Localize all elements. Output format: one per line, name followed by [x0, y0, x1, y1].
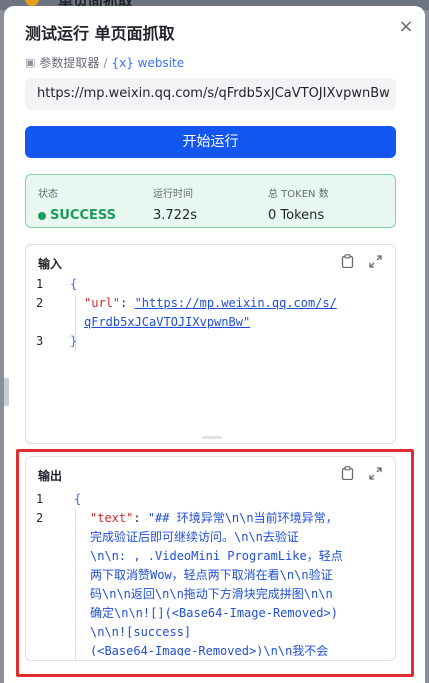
- status-value: SUCCESS: [38, 208, 116, 223]
- code-line: "url": "https://mp.weixin.qq.com/s/: [84, 294, 374, 313]
- output-panel: 输出 1 { 2 "text": "## 环境异常\n\n当前环境异常， 完成验…: [25, 456, 396, 661]
- expand-icon[interactable]: [367, 253, 383, 269]
- code-line: "text": "## 环境异常\n\n当前环境异常，: [90, 509, 380, 528]
- token-column: 总 TOKEN 数 0 Tokens: [268, 185, 329, 223]
- breadcrumb-separator: /: [103, 55, 108, 70]
- json-text-line: 两下取消赞Wow，轻点两下取消在看\n\n验证: [90, 568, 333, 582]
- status-column: 状态 SUCCESS: [38, 185, 116, 223]
- input-panel: 输入 1 { 2 "url": "https://mp.weixin.qq.co…: [25, 244, 396, 444]
- json-key: "text": [90, 511, 134, 525]
- run-status-panel: 状态 SUCCESS 运行时间 3.722s 总 TOKEN 数 0 Token…: [25, 174, 396, 228]
- output-title: 输出: [38, 469, 63, 483]
- time-label: 运行时间: [153, 189, 193, 200]
- extractor-icon: ▣: [25, 56, 36, 69]
- json-key: "url": [84, 296, 121, 310]
- close-icon[interactable]: ×: [397, 18, 415, 36]
- json-text-value: "## 环境异常\n\n当前环境异常，: [147, 511, 338, 525]
- json-text-line: \n\n![success]: [90, 625, 192, 639]
- clipboard-icon[interactable]: [339, 253, 355, 269]
- clipboard-icon[interactable]: [339, 465, 355, 481]
- line-number: 2: [36, 296, 44, 310]
- json-text-line: 码\n\n返回\n\n拖动下方滑块完成拼图\n\n: [90, 587, 333, 601]
- line-number: 2: [36, 511, 44, 525]
- resize-handle[interactable]: [4, 378, 9, 406]
- indent-guide: [75, 509, 76, 660]
- dialog-title: 测试运行 单页面抓取: [25, 24, 175, 43]
- test-run-dialog: 测试运行 单页面抓取 × ▣ 参数提取器 / {x} website https…: [4, 6, 425, 683]
- line-number: 3: [36, 334, 44, 348]
- json-text-line: 确定\n\n![](<Base64-Image-Removed>): [90, 606, 338, 620]
- output-toolbar: [339, 465, 383, 481]
- json-url-value[interactable]: "https://mp.weixin.qq.com/s/: [135, 296, 337, 310]
- breadcrumb: ▣ 参数提取器 / {x} website: [25, 54, 184, 71]
- token-label: 总 TOKEN 数: [268, 189, 329, 200]
- code-open-brace: {: [70, 277, 78, 291]
- status-label: 状态: [38, 189, 58, 200]
- resize-grip[interactable]: [202, 436, 222, 439]
- input-toolbar: [339, 253, 383, 269]
- success-dot-icon: [38, 211, 46, 220]
- json-text-line: 完成验证后即可继续访问。\n\n去验证: [90, 530, 299, 544]
- json-text-line: \n\n: , .VideoMini ProgramLike，轻点: [90, 549, 343, 563]
- line-number: 1: [36, 277, 44, 291]
- json-colon: :: [120, 296, 135, 310]
- time-value: 3.722s: [153, 208, 197, 223]
- start-run-button[interactable]: 开始运行: [25, 126, 396, 158]
- json-text-line: (<Base64-Image-Removed>)\n\n我不会: [90, 644, 329, 656]
- breadcrumb-item-website[interactable]: {x} website: [111, 56, 184, 70]
- breadcrumb-item-extractor[interactable]: 参数提取器: [39, 54, 99, 71]
- code-close-brace: }: [70, 334, 78, 348]
- token-value: 0 Tokens: [268, 208, 325, 223]
- json-colon: :: [133, 511, 148, 525]
- input-title: 输入: [38, 257, 63, 271]
- time-column: 运行时间 3.722s: [153, 185, 197, 223]
- expand-icon[interactable]: [367, 465, 383, 481]
- url-input[interactable]: https://mp.weixin.qq.com/s/qFrdb5xJCaVTO…: [25, 78, 396, 110]
- json-url-value-cont[interactable]: qFrdb5xJCaVTOJIXvpwnBw": [84, 313, 374, 332]
- line-number: 1: [36, 492, 44, 506]
- status-text: SUCCESS: [50, 208, 117, 223]
- code-open-brace: {: [74, 492, 82, 506]
